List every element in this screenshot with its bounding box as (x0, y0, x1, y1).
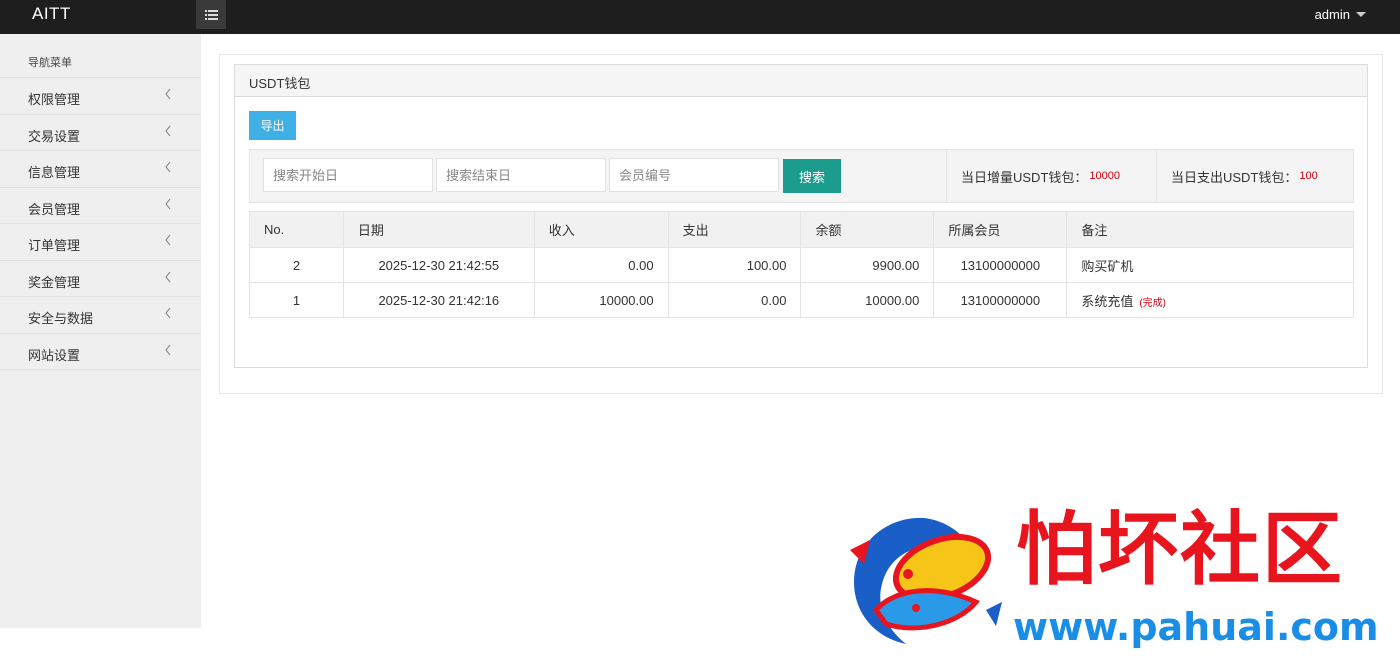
sidebar-item-label: 网站设置 (28, 347, 81, 363)
chevron-left-icon (165, 88, 171, 100)
user-name: admin (1314, 7, 1350, 22)
sidebar-item-security[interactable]: 安全与数据 (0, 297, 201, 334)
wallet-table: No. 日期 收入 支出 余额 所属会员 备注 2 2025-12-30 21:… (249, 211, 1354, 318)
daily-expense-stat: 当日支出USDT钱包： 100 (1156, 150, 1353, 202)
sidebar-item-trading[interactable]: 交易设置 (0, 115, 201, 151)
chevron-left-icon (165, 234, 171, 246)
cell-expense: 100.00 (667, 247, 802, 283)
fish-logo-icon (850, 517, 1002, 644)
sidebar-item-label: 交易设置 (28, 128, 81, 144)
menu-toggle-button[interactable] (196, 0, 226, 29)
table-row: 1 2025-12-30 21:42:16 10000.00 0.00 1000… (249, 282, 1354, 318)
cell-note: 购买矿机 (1066, 247, 1354, 283)
watermark-url: www.pahuai.com (1013, 605, 1379, 649)
cell-income: 0.00 (533, 247, 669, 283)
cell-date: 2025-12-30 21:42:16 (342, 282, 535, 318)
column-header-income: 收入 (533, 211, 669, 248)
start-date-input[interactable] (263, 158, 433, 192)
search-button[interactable]: 搜索 (783, 159, 841, 193)
column-header-expense: 支出 (667, 211, 802, 248)
cell-date: 2025-12-30 21:42:55 (342, 247, 535, 283)
brand-logo[interactable]: AITT (32, 4, 71, 24)
chevron-left-icon (165, 161, 171, 173)
sidebar-item-label: 奖金管理 (28, 274, 81, 290)
chevron-left-icon (165, 271, 171, 282)
note-text: 系统充值 (1081, 293, 1134, 309)
column-header-date: 日期 (342, 211, 535, 248)
sidebar-item-bonus[interactable]: 奖金管理 (0, 261, 201, 297)
sidebar-item-info[interactable]: 信息管理 (0, 151, 201, 188)
column-header-balance: 余额 (800, 211, 935, 248)
chevron-left-icon (165, 307, 171, 319)
cell-balance: 9900.00 (800, 247, 935, 283)
chevron-left-icon (165, 344, 171, 355)
sidebar-item-label: 安全与数据 (28, 311, 94, 326)
table-header-row: No. 日期 收入 支出 余额 所属会员 备注 (249, 211, 1354, 248)
top-bar: AITT admin (0, 0, 1400, 34)
sidebar-item-orders[interactable]: 订单管理 (0, 224, 201, 261)
export-button[interactable]: 导出 (249, 111, 296, 140)
column-header-note: 备注 (1066, 211, 1354, 248)
cell-expense: 0.00 (667, 282, 802, 318)
user-menu[interactable]: admin (1315, 7, 1366, 22)
cell-member: 13100000000 (933, 282, 1068, 318)
panel-title: USDT钱包 (235, 65, 1367, 97)
end-date-input[interactable] (436, 158, 606, 192)
daily-increase-value: 10000 (1089, 170, 1120, 182)
watermark-name: 怕坏社区 (1016, 502, 1344, 596)
table-row: 2 2025-12-30 21:42:55 0.00 100.00 9900.0… (249, 247, 1354, 283)
sidebar-item-members[interactable]: 会员管理 (0, 188, 201, 224)
member-id-input[interactable] (609, 158, 779, 192)
status-tag: (完成) (1139, 297, 1166, 309)
cell-note: 系统充值 (完成) (1066, 282, 1354, 318)
cell-income: 10000.00 (533, 282, 669, 318)
chevron-left-icon (165, 125, 171, 136)
sidebar-item-label: 订单管理 (28, 238, 81, 253)
daily-increase-stat: 当日增量USDT钱包： 10000 (946, 150, 1156, 202)
sidebar-item-label: 会员管理 (28, 201, 81, 217)
sidebar-title: 导航菜单 (0, 34, 201, 78)
note-text: 购买矿机 (1081, 258, 1134, 274)
column-header-no: No. (249, 211, 344, 248)
hamburger-icon (204, 9, 218, 20)
daily-expense-label: 当日支出USDT钱包： (1171, 169, 1298, 185)
sidebar-item-permissions[interactable]: 权限管理 (0, 78, 201, 115)
column-header-member: 所属会员 (933, 211, 1068, 248)
sidebar: 导航菜单 权限管理 交易设置 信息管理 会员管理 订单管理 奖金管理 安全与数据… (0, 34, 201, 628)
cell-no: 1 (249, 282, 344, 318)
caret-down-icon (1356, 12, 1366, 18)
sidebar-item-label: 权限管理 (28, 92, 81, 107)
sidebar-item-site[interactable]: 网站设置 (0, 334, 201, 370)
cell-balance: 10000.00 (800, 282, 935, 318)
cell-member: 13100000000 (933, 247, 1068, 283)
daily-increase-label: 当日增量USDT钱包： (961, 169, 1088, 185)
chevron-left-icon (165, 198, 171, 209)
daily-expense-value: 100 (1299, 170, 1318, 182)
cell-no: 2 (249, 247, 344, 283)
sidebar-item-label: 信息管理 (28, 165, 81, 180)
